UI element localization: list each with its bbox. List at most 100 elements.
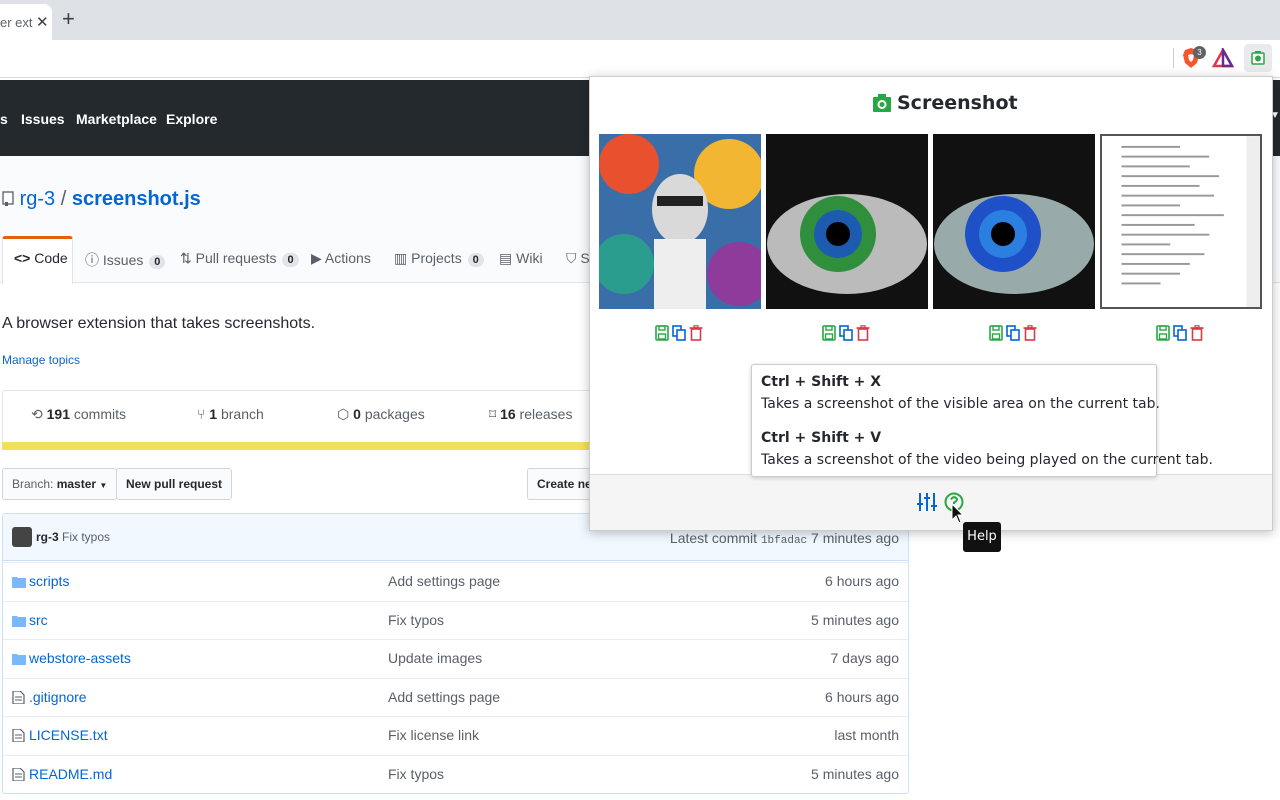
file-name-link[interactable]: README.md (29, 766, 112, 782)
trash-icon[interactable] (1023, 325, 1037, 341)
repo-description: A browser extension that takes screensho… (2, 315, 316, 332)
save-icon[interactable] (989, 325, 1003, 341)
code-icon: <> (14, 250, 31, 266)
copy-icon[interactable] (839, 325, 853, 341)
repo-owner-link[interactable]: rg-3 (20, 188, 56, 210)
tab-projects[interactable]: ▥ Projects 0 (394, 250, 484, 267)
issues-counter: 0 (149, 255, 166, 269)
summary-releases[interactable]: ⌑ 16 releases (489, 406, 572, 423)
nav-item-issues[interactable]: Issues (21, 111, 65, 127)
file-name-link[interactable]: LICENSE.txt (29, 727, 108, 743)
shortcut-description: Takes a screenshot of the visible area o… (761, 396, 1160, 412)
pull-request-icon: ⇅ (180, 250, 192, 266)
help-tooltip: Help (963, 522, 1001, 552)
summary-packages[interactable]: ⬡ 0 packages (337, 406, 425, 423)
browser-tab[interactable]: er ext ✕ (0, 4, 52, 40)
file-age: 6 hours ago (825, 573, 899, 589)
file-name-link[interactable]: scripts (29, 573, 69, 589)
summary-commits[interactable]: ⟲ 191 commits (31, 406, 126, 423)
file-commit-message[interactable]: Add settings page (388, 573, 500, 589)
tab-pull-requests[interactable]: ⇅ Pull requests 0 (180, 250, 299, 267)
file-name-link[interactable]: src (29, 612, 48, 628)
new-pull-request-button[interactable]: New pull request (116, 468, 233, 500)
latest-commit-info: Latest commit 1bfadac 7 minutes ago (670, 530, 899, 547)
tab-pull-requests-label: Pull requests (195, 250, 277, 266)
thumbnail-image (1102, 136, 1260, 307)
trash-icon[interactable] (689, 325, 703, 341)
package-icon: ⬡ (337, 406, 350, 422)
create-new-file-button[interactable]: Create ne (527, 468, 597, 500)
settings-sliders-icon[interactable] (917, 491, 937, 513)
tab-wiki[interactable]: ▤ Wiki (499, 250, 543, 267)
file-commit-message[interactable]: Fix typos (388, 766, 444, 782)
tab-security[interactable]: ⛉ S (566, 250, 590, 267)
screenshot-thumbnail[interactable] (933, 134, 1095, 309)
avatar[interactable] (12, 527, 32, 547)
packages-count: 0 (353, 406, 361, 422)
trash-icon[interactable] (1190, 325, 1204, 341)
table-row[interactable]: LICENSE.txt Fix license link last month (3, 716, 908, 754)
camera-icon (1251, 51, 1265, 65)
releases-count: 16 (500, 406, 516, 422)
thumbnail-actions (989, 325, 1040, 343)
file-age: last month (834, 727, 899, 743)
summary-branches[interactable]: ⑂ 1 branch (197, 406, 264, 422)
project-icon: ▥ (394, 250, 408, 266)
file-name-link[interactable]: .gitignore (29, 689, 87, 705)
tab-wiki-label: Wiki (516, 250, 543, 266)
copy-icon[interactable] (1006, 325, 1020, 341)
trash-icon[interactable] (856, 325, 870, 341)
file-name-link[interactable]: webstore-assets (29, 650, 131, 666)
copy-icon[interactable] (672, 325, 686, 341)
new-tab-button[interactable]: + (62, 6, 75, 32)
commit-user-link[interactable]: rg-3 (36, 530, 59, 544)
tab-code[interactable]: <> Code (14, 250, 68, 266)
file-commit-message[interactable]: Fix license link (388, 727, 479, 743)
nav-item-pull-requests[interactable]: s (0, 111, 8, 127)
tab-actions[interactable]: ▶ Actions (311, 250, 371, 267)
file-commit-message[interactable]: Update images (388, 650, 482, 666)
commit-message[interactable]: Fix typos (62, 530, 110, 544)
thumbnail-actions (822, 325, 873, 343)
branches-count: 1 (209, 406, 218, 422)
manage-topics-link[interactable]: Manage topics (2, 353, 80, 367)
screenshot-extension-button[interactable] (1244, 44, 1272, 72)
file-icon (12, 690, 25, 704)
save-icon[interactable] (1156, 325, 1170, 341)
nav-item-marketplace[interactable]: Marketplace (76, 111, 157, 127)
pull-requests-counter: 0 (282, 253, 299, 267)
file-age: 6 hours ago (825, 688, 899, 705)
tab-close-icon[interactable]: ✕ (36, 13, 49, 31)
table-row[interactable]: src Fix typos 5 minutes ago (3, 600, 908, 639)
nav-item-explore[interactable]: Explore (166, 111, 217, 127)
file-commit-message[interactable]: Fix typos (388, 612, 444, 628)
table-row[interactable]: .gitignore Add settings page 6 hours ago (3, 677, 908, 716)
tab-title: er ext (0, 15, 33, 30)
language-bar[interactable] (2, 442, 592, 450)
screenshot-thumbnail[interactable] (766, 134, 928, 309)
thumbnail-image (933, 134, 1095, 309)
repo-name-link[interactable]: screenshot.js (72, 188, 201, 210)
table-row[interactable]: README.md Fix typos 5 minutes ago (3, 754, 908, 793)
screenshot-thumbnail[interactable] (599, 134, 761, 309)
projects-counter: 0 (467, 253, 484, 267)
screenshot-thumbnail[interactable] (1100, 134, 1262, 309)
commit-hash-link[interactable]: 1bfadac (761, 535, 807, 547)
folder-icon (12, 654, 26, 665)
save-icon[interactable] (655, 325, 669, 341)
tab-issues[interactable]: ⓘ Issues 0 (85, 250, 166, 270)
copy-icon[interactable] (1173, 325, 1187, 341)
file-commit-message[interactable]: Add settings page (388, 689, 500, 705)
thumbnail-image (599, 134, 761, 309)
branch-select-button[interactable]: Branch: master ▼ (2, 468, 118, 500)
commit-author: rg-3 Fix typos (36, 530, 110, 544)
branches-label: branch (220, 406, 264, 422)
table-row[interactable]: scripts Add settings page 6 hours ago (3, 562, 908, 600)
history-icon: ⟲ (31, 406, 43, 422)
shortcut-keys: Ctrl + Shift + X (761, 374, 882, 390)
save-icon[interactable] (822, 325, 836, 341)
releases-label: releases (519, 406, 573, 422)
brave-rewards-icon[interactable] (1212, 48, 1234, 68)
camera-icon (873, 94, 891, 112)
table-row[interactable]: webstore-assets Update images 7 days ago (3, 639, 908, 677)
